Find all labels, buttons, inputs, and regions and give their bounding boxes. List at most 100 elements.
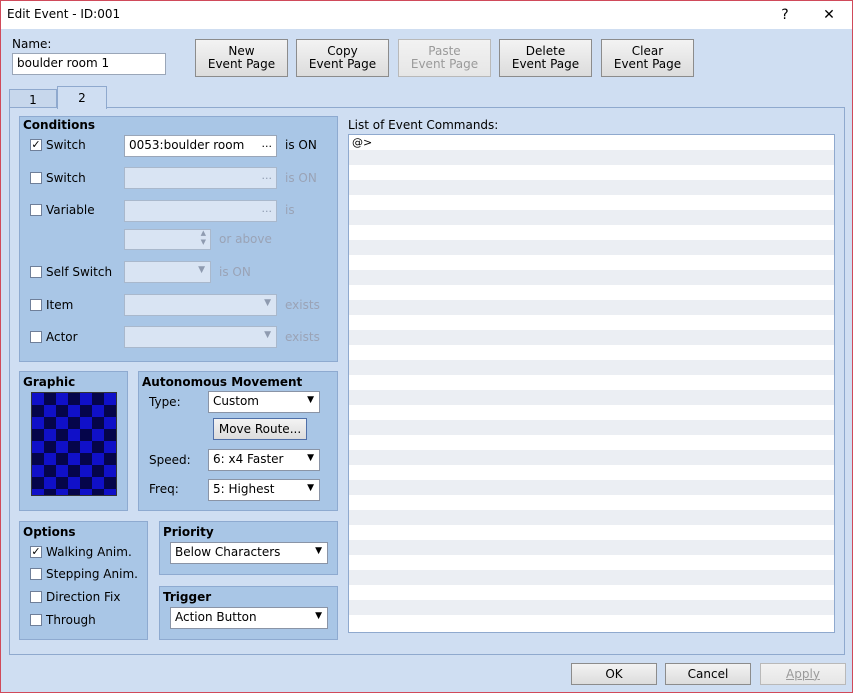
- command-row-empty[interactable]: [349, 360, 834, 375]
- command-row-empty[interactable]: [349, 300, 834, 315]
- movement-type-select[interactable]: Custom ▼: [208, 391, 320, 413]
- actor-select[interactable]: ▼: [124, 326, 277, 348]
- command-row-empty[interactable]: [349, 225, 834, 240]
- variable-field[interactable]: ...: [124, 200, 277, 222]
- event-commands-heading: List of Event Commands:: [348, 118, 499, 132]
- command-row-empty[interactable]: [349, 210, 834, 225]
- variable-ellipsis-icon[interactable]: ...: [262, 202, 273, 215]
- actor-checkbox[interactable]: [30, 331, 42, 343]
- variable-value-stepper[interactable]: ▲ ▼: [124, 229, 211, 250]
- direction-fix-checkbox[interactable]: [30, 591, 42, 603]
- through-checkbox[interactable]: [30, 614, 42, 626]
- chevron-down-icon: ▼: [307, 453, 314, 463]
- switch1-ellipsis-icon[interactable]: ...: [262, 137, 273, 150]
- ok-button[interactable]: OK: [571, 663, 657, 685]
- copy-event-page-label-2: Event Page: [308, 57, 377, 71]
- switch1-field[interactable]: 0053:boulder room ...: [124, 135, 277, 157]
- new-event-page-button[interactable]: New Event Page: [195, 39, 288, 77]
- command-row[interactable]: @>: [349, 135, 834, 150]
- movement-speed-select[interactable]: 6: x4 Faster ▼: [208, 449, 320, 471]
- apply-button[interactable]: Apply: [760, 663, 846, 685]
- command-row-empty[interactable]: [349, 570, 834, 585]
- stepping-anim-checkbox[interactable]: [30, 568, 42, 580]
- event-commands-list[interactable]: @>: [348, 134, 835, 633]
- help-icon: ?: [781, 7, 789, 23]
- command-row-empty[interactable]: [349, 270, 834, 285]
- self-switch-checkbox[interactable]: [30, 266, 42, 278]
- switch2-ellipsis-icon[interactable]: ...: [262, 169, 273, 182]
- spin-down-icon[interactable]: ▼: [201, 238, 206, 247]
- copy-event-page-button[interactable]: Copy Event Page: [296, 39, 389, 77]
- close-icon: ✕: [823, 7, 835, 23]
- graphic-preview[interactable]: [31, 392, 117, 496]
- apply-label: Apply: [786, 666, 820, 681]
- command-row-empty[interactable]: [349, 390, 834, 405]
- priority-select[interactable]: Below Characters ▼: [170, 542, 328, 564]
- command-row-empty[interactable]: [349, 195, 834, 210]
- chevron-down-icon: ▼: [307, 483, 314, 493]
- item-label: Item: [46, 298, 74, 312]
- command-row-empty[interactable]: [349, 465, 834, 480]
- command-row-empty[interactable]: [349, 315, 834, 330]
- command-row-empty[interactable]: [349, 585, 834, 600]
- chevron-down-icon: ▼: [264, 298, 271, 308]
- command-row-empty[interactable]: [349, 525, 834, 540]
- command-row-empty[interactable]: [349, 615, 834, 630]
- autonomous-movement-heading: Autonomous Movement: [142, 375, 303, 389]
- chevron-down-icon: ▼: [198, 265, 205, 275]
- chevron-down-icon: ▼: [315, 546, 322, 556]
- priority-heading: Priority: [163, 525, 214, 539]
- edit-event-dialog: Edit Event - ID:001 ? ✕ Name: boulder ro…: [0, 0, 853, 693]
- spin-up-icon[interactable]: ▲: [201, 230, 206, 238]
- item-checkbox[interactable]: [30, 299, 42, 311]
- item-select[interactable]: ▼: [124, 294, 277, 316]
- command-row-empty[interactable]: [349, 330, 834, 345]
- movement-freq-select[interactable]: 5: Highest ▼: [208, 479, 320, 501]
- command-row-empty[interactable]: [349, 420, 834, 435]
- command-row-empty[interactable]: [349, 540, 834, 555]
- command-row-empty[interactable]: [349, 375, 834, 390]
- command-row-empty[interactable]: [349, 555, 834, 570]
- walking-anim-checkbox[interactable]: ✓: [30, 546, 42, 558]
- movement-freq-label: Freq:: [149, 482, 179, 496]
- movement-type-label: Type:: [149, 395, 181, 409]
- variable-suffix: is: [285, 203, 295, 217]
- command-row-empty[interactable]: [349, 285, 834, 300]
- tab-page-1[interactable]: 1: [9, 89, 57, 109]
- through-label: Through: [46, 613, 96, 627]
- command-row-empty[interactable]: [349, 480, 834, 495]
- command-row-empty[interactable]: [349, 345, 834, 360]
- command-row-empty[interactable]: [349, 165, 834, 180]
- switch2-checkbox[interactable]: [30, 172, 42, 184]
- switch1-checkbox[interactable]: ✓: [30, 139, 42, 151]
- switch2-field[interactable]: ...: [124, 167, 277, 189]
- movement-freq-value: 5: Highest: [213, 482, 275, 496]
- command-row-empty[interactable]: [349, 600, 834, 615]
- move-route-button[interactable]: Move Route...: [213, 418, 307, 440]
- command-row-empty[interactable]: [349, 510, 834, 525]
- clear-event-page-button[interactable]: Clear Event Page: [601, 39, 694, 77]
- command-row-empty[interactable]: [349, 450, 834, 465]
- tab-page-2[interactable]: 2: [57, 86, 107, 109]
- self-switch-select[interactable]: ▼: [124, 261, 211, 283]
- command-row-empty[interactable]: [349, 405, 834, 420]
- trigger-select[interactable]: Action Button ▼: [170, 607, 328, 629]
- paste-event-page-button[interactable]: Paste Event Page: [398, 39, 491, 77]
- command-row-empty[interactable]: [349, 150, 834, 165]
- tab-page-2-label: 2: [78, 91, 86, 105]
- movement-type-value: Custom: [213, 394, 259, 408]
- close-button[interactable]: ✕: [807, 1, 851, 29]
- clear-event-page-label-2: Event Page: [613, 57, 682, 71]
- command-row-empty[interactable]: [349, 180, 834, 195]
- command-row-empty[interactable]: [349, 495, 834, 510]
- switch1-suffix: is ON: [285, 138, 317, 152]
- cancel-button[interactable]: Cancel: [665, 663, 751, 685]
- command-row-empty[interactable]: [349, 435, 834, 450]
- command-row-empty[interactable]: [349, 240, 834, 255]
- help-button[interactable]: ?: [763, 1, 807, 29]
- name-input[interactable]: boulder room 1: [12, 53, 166, 75]
- variable-checkbox[interactable]: [30, 204, 42, 216]
- command-row-empty[interactable]: [349, 255, 834, 270]
- delete-event-page-button[interactable]: Delete Event Page: [499, 39, 592, 77]
- priority-value: Below Characters: [175, 545, 281, 559]
